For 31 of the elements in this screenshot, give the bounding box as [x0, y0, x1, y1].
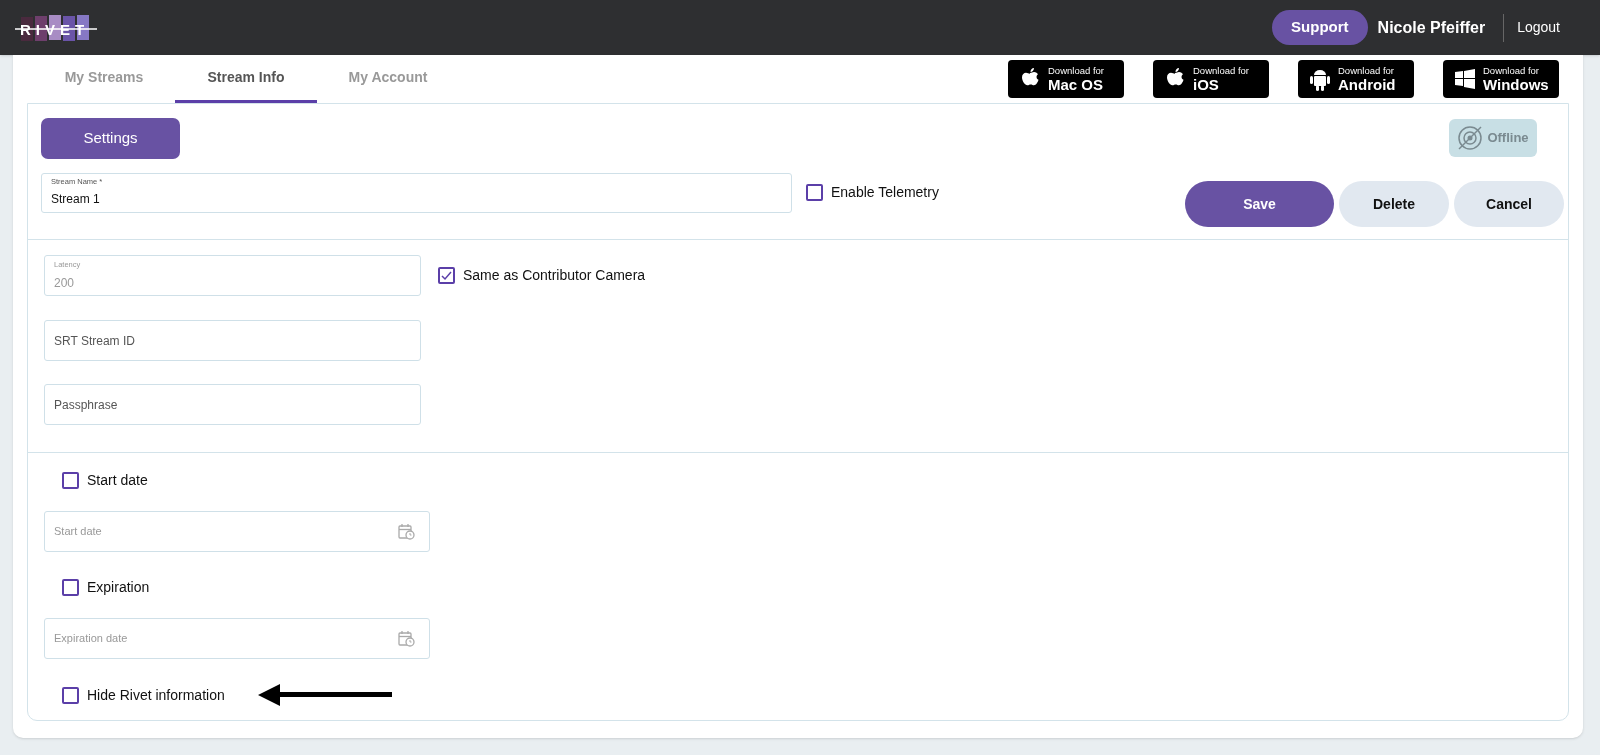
android-robot-icon — [1310, 67, 1330, 91]
checkbox-label: Hide Rivet information — [87, 685, 225, 705]
settings-button[interactable]: Settings — [41, 118, 180, 159]
save-button[interactable]: Save — [1185, 181, 1334, 227]
action-button[interactable]: Delete — [1339, 181, 1449, 227]
checkbox[interactable] — [62, 686, 79, 704]
user-name: Nicole Pfeiffer — [1377, 17, 1486, 38]
checkbox[interactable] — [62, 578, 79, 596]
download-button[interactable]: Download for iOS — [1153, 60, 1269, 98]
checkmark-icon — [440, 269, 453, 282]
no-signal-icon — [1457, 125, 1484, 151]
action-button[interactable]: Cancel — [1454, 181, 1564, 227]
windows-logo-icon — [1455, 69, 1475, 89]
checkbox-label: Expiration — [87, 577, 150, 597]
status-badge: Offline — [1449, 119, 1537, 157]
checkbox-label: Same as Contributor Camera — [463, 266, 646, 285]
download-button[interactable]: Download for Android — [1298, 60, 1414, 98]
text-field[interactable]: Passphrase — [44, 384, 421, 425]
checkbox-label: Enable Telemetry — [831, 183, 939, 202]
logout-link[interactable]: Logout — [1517, 17, 1560, 38]
calendar-icon — [398, 630, 415, 647]
checkbox[interactable] — [62, 471, 79, 489]
support-button[interactable]: Support — [1272, 10, 1368, 45]
checkbox-label: Start date — [87, 470, 148, 490]
text-field[interactable]: SRT Stream ID — [44, 320, 421, 361]
checkbox[interactable] — [438, 267, 455, 284]
calendar-icon — [398, 523, 415, 540]
download-button[interactable]: Download for Windows — [1443, 60, 1559, 98]
download-button[interactable]: Download for Mac OS — [1008, 60, 1124, 98]
checkbox[interactable] — [806, 184, 823, 201]
tab[interactable]: Stream Info — [175, 55, 317, 103]
